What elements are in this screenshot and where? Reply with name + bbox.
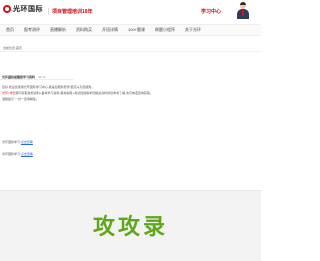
page-footer: 攻攻录 xyxy=(0,190,261,261)
logo-subtitle: GUANG HUAN GUO JI xyxy=(10,9,36,12)
panel-title-text: 光环国际提醒您学习资料 xyxy=(2,75,36,79)
study-center-link[interactable]: 学习中心 xyxy=(201,8,221,15)
line-text: 欢迎您使用光环国际学习中心,我是您服务老师,很高兴为您服务。 xyxy=(8,85,95,89)
nav-item-materials[interactable]: 资料购买 xyxy=(76,27,92,33)
nav-item-assessment[interactable]: 报考测评 xyxy=(24,27,40,33)
message-panel: 光环国际提醒您学习资料 06-19 您好,欢迎您使用光环国际学习中心,我是您服务老… xyxy=(0,62,261,190)
breadcrumb: 当前位置:首页 xyxy=(3,46,22,50)
signature-label: 光环国际学习: xyxy=(2,140,21,144)
signature-line: 光环国际学习:点击查看 xyxy=(2,140,33,144)
signature-link[interactable]: 点击查看 xyxy=(21,152,33,156)
advisor-avatar xyxy=(236,2,250,20)
line-text: 温馨提示,一对一咨询解答。 xyxy=(2,97,39,101)
nav-item-about[interactable]: 关于光环 xyxy=(185,27,201,33)
nav-item-live[interactable]: 直播解析 xyxy=(50,27,66,33)
signature-link[interactable]: 点击查看 xyxy=(21,140,33,144)
line-highlight: 光环×学员 xyxy=(2,91,16,95)
nav-item-classes[interactable]: 开班详情 xyxy=(102,27,118,33)
nav-item-course[interactable]: 100+题课 xyxy=(128,27,145,33)
site-header: 光环国际 GUANG HUAN GUO JI 项目管理培训18年 学习中心 xyxy=(0,0,261,24)
panel-body: 您好,欢迎您使用光环国际学习中心,我是您服务老师,很高兴为您服务。 光环×学员即… xyxy=(0,84,261,102)
signature-line: 光环国际学习:点击查看 xyxy=(2,152,33,156)
nav-item-quiz-app[interactable]: 刷题小程序 xyxy=(155,27,175,33)
panel-date: 06-19 xyxy=(38,75,46,79)
signature-label: 光环国际学习: xyxy=(2,152,21,156)
panel-title: 光环国际提醒您学习资料 06-19 xyxy=(0,74,74,80)
line-text: 即可获取免费资料+备考学习资料,报考指南+考试经验等学员相关资料供您参考了解,也… xyxy=(15,91,153,95)
header-slogan: 项目管理培训18年 xyxy=(48,8,93,15)
main-nav: 首页 报考测评 直播解析 资料购买 开班详情 100+题课 刷题小程序 关于光环 xyxy=(0,24,261,36)
breadcrumb-divider xyxy=(0,51,261,52)
message-line: 温馨提示,一对一咨询解答。 xyxy=(0,96,261,102)
line-prefix: 您好, xyxy=(2,85,9,89)
nav-item-home[interactable]: 首页 xyxy=(6,27,14,33)
watermark: 攻攻录 xyxy=(92,215,168,240)
